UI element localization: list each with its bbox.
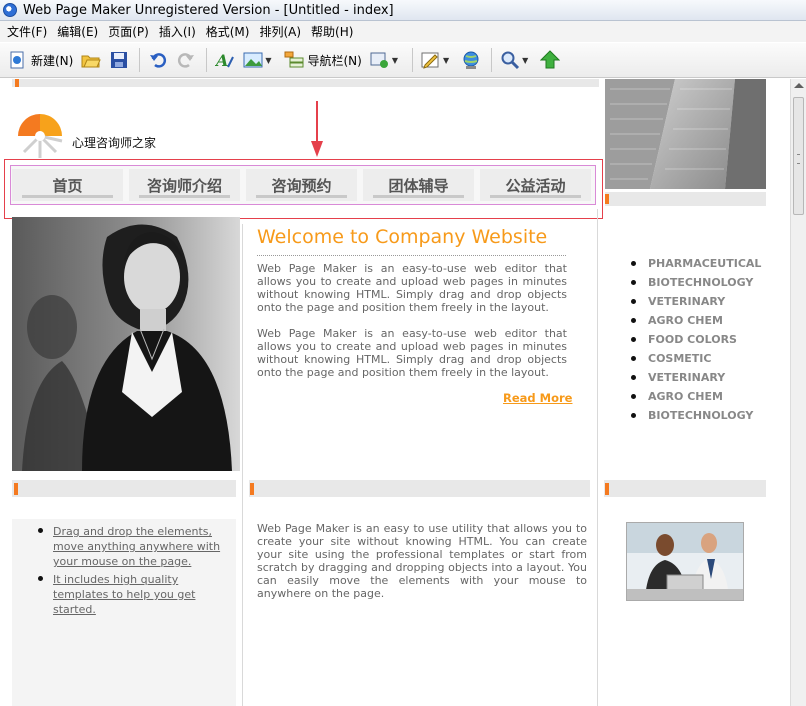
design-canvas[interactable]: 心理咨询师之家 首页 咨询师介绍 咨询预约 团体辅导 公益活动 Welcome … (0, 79, 790, 706)
dropdown-arrow-icon[interactable]: ▼ (522, 56, 528, 65)
navbar-icon (284, 50, 304, 70)
app-icon (3, 3, 17, 17)
section-strip-middle (249, 480, 590, 497)
toolbar: 新建(N) A ▼ 导航栏(N) ▼ ▼ ▼ (0, 43, 806, 78)
navbar-button[interactable]: 导航栏(N) (281, 47, 365, 73)
welcome-paragraph-2: Web Page Maker is an easy-to-use web edi… (257, 327, 567, 379)
pencil-icon (421, 50, 441, 70)
list-item[interactable]: BIOTECHNOLOGY (628, 409, 761, 428)
nav-counselor-intro[interactable]: 咨询师介绍 (129, 169, 240, 201)
window-title: Web Page Maker Unregistered Version - [U… (23, 2, 394, 18)
scroll-up-arrow-icon[interactable] (794, 83, 804, 88)
publish-button[interactable] (458, 47, 484, 73)
insert-image-button[interactable]: ▼ (240, 47, 278, 73)
header-tab-marker (15, 79, 19, 87)
section-tab-marker (605, 483, 609, 495)
dropdown-arrow-icon[interactable]: ▼ (392, 56, 398, 65)
menu-page[interactable]: 页面(P) (103, 23, 154, 40)
new-button[interactable]: 新建(N) (4, 47, 76, 73)
menu-insert[interactable]: 插入(I) (154, 23, 201, 40)
list-item[interactable]: VETERINARY (628, 295, 761, 314)
insert-text-button[interactable]: A (212, 47, 238, 73)
undo-button[interactable] (145, 47, 171, 73)
toolbar-separator (206, 48, 208, 72)
object-icon (370, 50, 390, 70)
zoom-button[interactable]: ▼ (497, 47, 535, 73)
right-header-strip (605, 192, 766, 206)
new-page-icon (7, 50, 27, 70)
businesswoman-photo (12, 217, 240, 471)
right-tab-marker (605, 194, 609, 204)
menu-bar: 文件(F) 编辑(E) 页面(P) 插入(I) 格式(M) 排列(A) 帮助(H… (0, 21, 806, 42)
logo-icon (17, 113, 63, 159)
feature-list: Drag and drop the elements, move anythin… (36, 524, 236, 620)
nav-charity[interactable]: 公益活动 (480, 169, 591, 201)
globe-icon (461, 50, 481, 70)
save-disk-icon (109, 50, 129, 70)
dropdown-arrow-icon[interactable]: ▼ (265, 56, 271, 65)
open-folder-icon (81, 50, 102, 70)
section-strip-left (12, 480, 236, 497)
toolbar-separator (412, 48, 413, 72)
welcome-paragraph-1: Web Page Maker is an easy-to-use web edi… (257, 262, 567, 314)
section-tab-marker (14, 483, 18, 495)
header-strip (12, 79, 599, 87)
title-bar: Web Page Maker Unregistered Version - [U… (0, 0, 806, 21)
bottom-paragraph: Web Page Maker is an easy to use utility… (257, 522, 587, 600)
redo-button[interactable] (173, 47, 199, 73)
business-meeting-photo (626, 522, 744, 601)
image-icon (243, 50, 263, 70)
list-item[interactable]: COSMETIC (628, 352, 761, 371)
list-item[interactable]: It includes high quality templates to he… (36, 572, 236, 617)
column-divider (597, 209, 598, 706)
annotation-arrow-icon (309, 101, 325, 159)
open-button[interactable] (78, 47, 104, 73)
nav-home[interactable]: 首页 (12, 169, 123, 201)
text-icon: A (215, 50, 235, 70)
welcome-heading: Welcome to Company Website (257, 226, 548, 248)
read-more-link[interactable]: Read More (503, 391, 572, 405)
redo-icon (176, 50, 196, 70)
list-item[interactable]: Drag and drop the elements, move anythin… (36, 524, 236, 569)
category-list: PHARMACEUTICAL BIOTECHNOLOGY VETERINARY … (628, 257, 761, 428)
heading-divider (257, 255, 566, 256)
nav-group-counseling[interactable]: 团体辅导 (363, 169, 474, 201)
save-button[interactable] (106, 47, 132, 73)
menu-arrange[interactable]: 排列(A) (254, 23, 306, 40)
vertical-scrollbar[interactable] (790, 79, 806, 706)
menu-help[interactable]: 帮助(H) (306, 23, 358, 40)
scrollbar-thumb[interactable] (793, 97, 804, 215)
menu-file[interactable]: 文件(F) (2, 23, 52, 40)
site-logo-text: 心理咨询师之家 (72, 136, 157, 150)
up-arrow-icon (540, 50, 561, 70)
list-item[interactable]: PHARMACEUTICAL (628, 257, 761, 276)
building-image (605, 79, 766, 189)
list-item[interactable]: BIOTECHNOLOGY (628, 276, 761, 295)
section-strip-right (604, 480, 766, 497)
list-item[interactable]: AGRO CHEM (628, 314, 761, 333)
nav-appointment[interactable]: 咨询预约 (246, 169, 357, 201)
toolbar-separator (491, 48, 493, 72)
edit-tool-button[interactable]: ▼ (418, 47, 456, 73)
toolbar-separator (139, 48, 141, 72)
dropdown-arrow-icon[interactable]: ▼ (443, 56, 449, 65)
list-item[interactable]: VETERINARY (628, 371, 761, 390)
insert-object-button[interactable]: ▼ (367, 47, 405, 73)
svg-text:A: A (215, 51, 228, 69)
menu-format[interactable]: 格式(M) (201, 23, 255, 40)
column-divider (242, 224, 243, 706)
menu-edit[interactable]: 编辑(E) (52, 23, 103, 40)
list-item[interactable]: FOOD COLORS (628, 333, 761, 352)
list-item[interactable]: AGRO CHEM (628, 390, 761, 409)
section-tab-marker (250, 483, 254, 495)
undo-icon (148, 50, 168, 70)
upload-button[interactable] (537, 47, 563, 73)
magnifier-icon (500, 50, 520, 70)
